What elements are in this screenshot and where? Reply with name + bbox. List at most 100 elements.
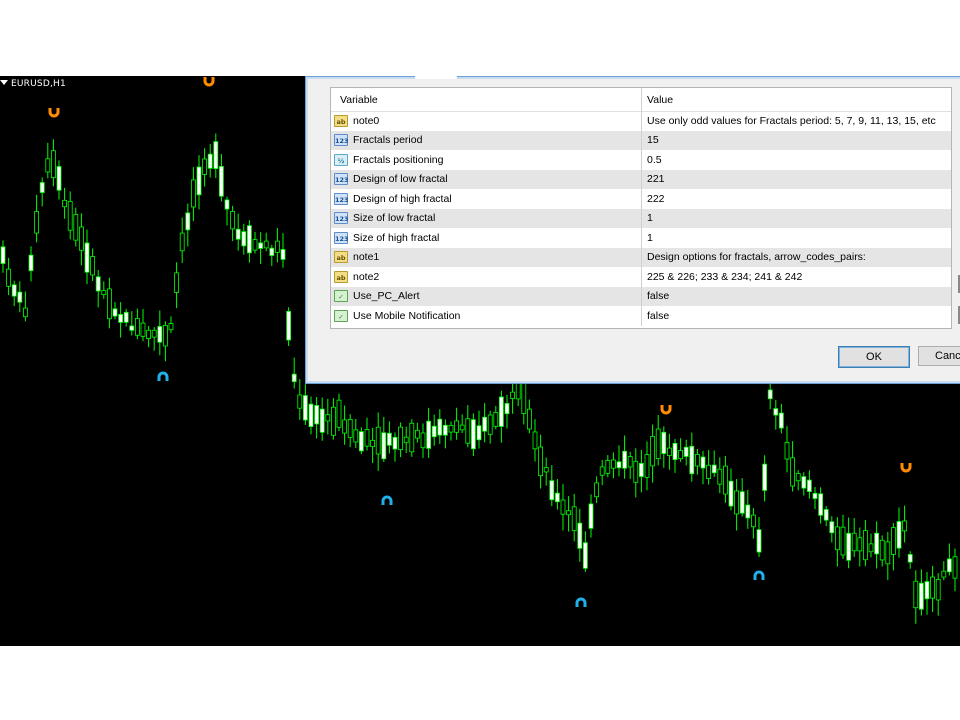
candle-body: [835, 526, 840, 551]
candle-body: [420, 432, 426, 449]
candle-body: [930, 576, 935, 599]
header-variable[interactable]: Variable: [334, 88, 644, 111]
candle-body: [482, 416, 488, 432]
candle-body: [896, 521, 902, 549]
candle-body: [650, 436, 655, 467]
candle-body: [196, 166, 202, 196]
candle-body: [364, 429, 370, 447]
candle-body: [224, 199, 230, 210]
candle-body: [269, 247, 275, 256]
bool-param-icon: ✓: [334, 309, 348, 322]
candle-body: [274, 240, 280, 253]
ok-button[interactable]: OK: [838, 346, 910, 368]
dropdown-arrow-icon: [0, 80, 8, 85]
input-row[interactable]: 123 Design of high fractal 222: [331, 189, 951, 209]
row-value[interactable]: 1: [641, 228, 953, 248]
input-row[interactable]: ab note0 Use only odd values for Fractals …: [331, 111, 951, 131]
row-variable: ab note2: [334, 267, 638, 287]
input-row[interactable]: ✓ Use_PC_Alert false: [331, 286, 953, 306]
row-variable: ✓ Use Mobile Notification: [334, 306, 638, 326]
low-fractal-icon: [753, 570, 765, 580]
input-row[interactable]: 123 Size of low fractal 1: [331, 208, 953, 228]
candle-body: [885, 541, 891, 565]
candle-body: [728, 480, 734, 507]
candle-body: [263, 240, 269, 249]
candle-body: [627, 456, 633, 468]
candle-body: [84, 242, 90, 273]
input-row[interactable]: 123 Fractals period 15: [331, 130, 953, 151]
row-value[interactable]: 15: [641, 130, 953, 150]
input-row[interactable]: 123 Size of high fractal 1: [331, 228, 951, 248]
input-row[interactable]: ab note2 225 & 226; 233 & 234; 241 & 242: [331, 267, 951, 287]
candle-body: [779, 412, 784, 429]
input-row[interactable]: ½ Fractals positioning 0.5: [331, 150, 951, 170]
candle-body: [504, 403, 510, 415]
candle-body: [667, 447, 672, 456]
input-row[interactable]: ✓ Use Mobile Notification false: [331, 306, 951, 326]
candle-body: [118, 314, 123, 323]
candle-body: [207, 153, 213, 169]
candle-body: [6, 268, 11, 287]
candle-body: [325, 414, 331, 422]
candle-body: [622, 450, 627, 469]
candle-body: [594, 482, 599, 498]
candle-body: [218, 166, 224, 197]
candle-body: [386, 432, 392, 446]
candle-body: [291, 373, 297, 383]
row-value[interactable]: 221: [641, 169, 953, 189]
candle-body: [577, 522, 583, 549]
row-value[interactable]: 222: [641, 189, 953, 209]
row-variable: ab note0: [334, 111, 638, 131]
candle-body: [947, 558, 952, 573]
candle-body: [583, 542, 588, 569]
row-value[interactable]: false: [641, 306, 953, 326]
candle-body: [538, 446, 543, 477]
candle-body: [868, 543, 874, 553]
candle-body: [812, 492, 818, 499]
candle-body: [851, 532, 857, 552]
candle-body: [336, 399, 342, 428]
input-row[interactable]: 123 Design of low fractal 221: [331, 169, 953, 189]
candle-body: [762, 463, 767, 491]
candle-body: [655, 428, 661, 460]
candle-body: [924, 581, 930, 600]
candle-body: [784, 441, 790, 460]
candle-body: [683, 446, 689, 457]
candle-body: [168, 323, 174, 331]
candle-body: [891, 527, 896, 555]
input-row[interactable]: ab note1 Design options for fractals, arro…: [331, 247, 953, 267]
row-variable: ½ Fractals positioning: [334, 150, 638, 170]
row-value[interactable]: Use only odd values for Fractals period:…: [641, 111, 953, 131]
variable-name: Fractals period: [353, 134, 423, 147]
variable-name: note2: [353, 270, 380, 283]
row-variable: 123 Fractals period: [334, 131, 638, 151]
row-value[interactable]: 0.5: [641, 150, 953, 170]
candle-body: [498, 396, 504, 427]
candle-body: [358, 431, 364, 452]
candle-body: [17, 291, 23, 303]
candle-body: [829, 521, 835, 534]
candle-body: [695, 454, 700, 467]
candle-body: [129, 325, 135, 331]
candle-body: [90, 256, 95, 276]
candle-body: [723, 465, 728, 495]
header-value[interactable]: Value: [641, 88, 953, 111]
candle-body: [857, 537, 863, 552]
candle-body: [751, 514, 756, 528]
candle-body: [823, 509, 829, 521]
row-value[interactable]: Design options for fractals, arrow_codes…: [641, 247, 953, 267]
bool-param-icon: ✓: [334, 290, 348, 303]
cancel-button[interactable]: Canc: [918, 346, 960, 366]
candle-body: [672, 442, 678, 461]
double-param-icon: ½: [334, 153, 348, 166]
candle-body: [431, 425, 437, 438]
integer-param-icon: 123: [334, 192, 349, 205]
candle-body: [689, 445, 695, 475]
candle-body: [202, 158, 208, 175]
candle-body: [151, 329, 157, 338]
row-value[interactable]: 1: [641, 208, 953, 228]
row-value[interactable]: 225 & 226; 233 & 234; 241 & 242: [641, 267, 953, 287]
inputs-grid[interactable]: Variable Value ab note0 Use only odd value…: [330, 87, 952, 329]
candle-body: [907, 554, 913, 563]
row-value[interactable]: false: [641, 286, 953, 306]
